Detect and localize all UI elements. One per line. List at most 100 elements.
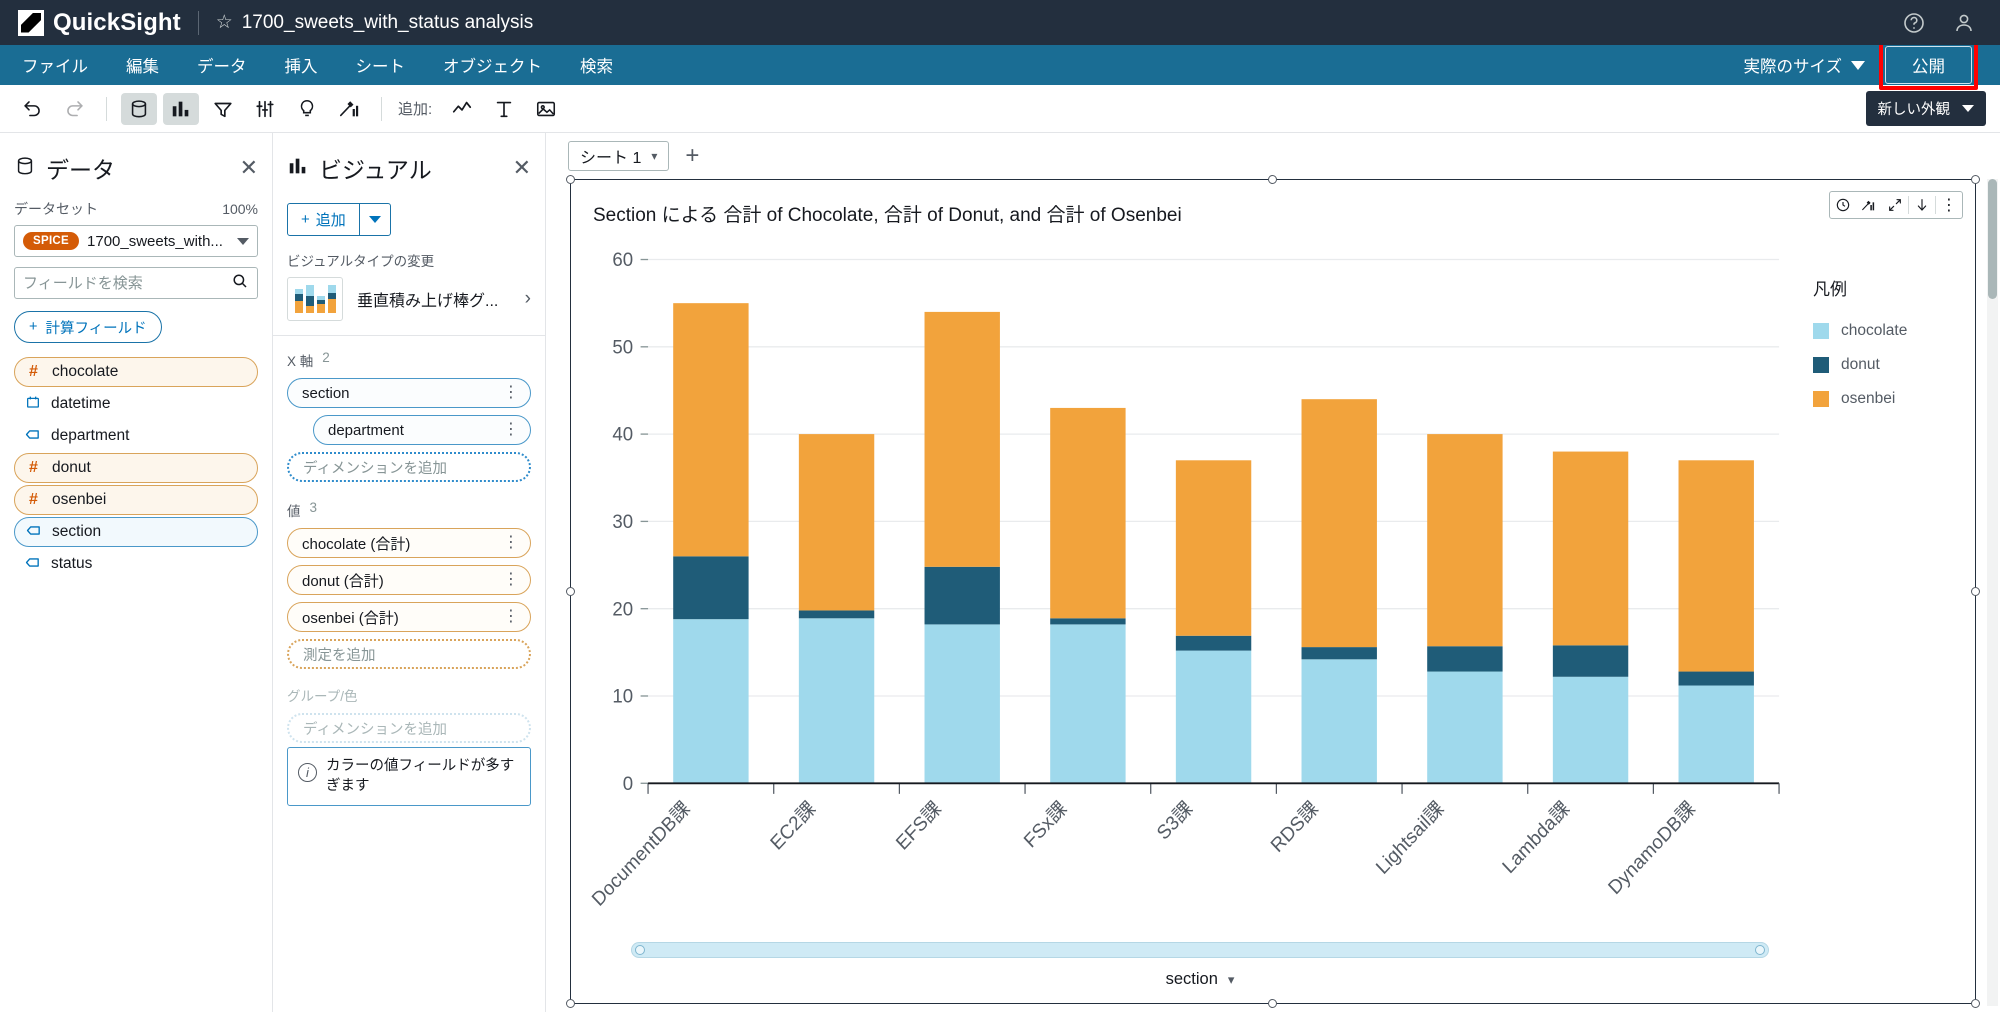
- text-icon[interactable]: [486, 93, 522, 125]
- field-item-section[interactable]: section: [14, 517, 258, 547]
- menu-item-search[interactable]: 検索: [580, 53, 613, 77]
- x-axis-field-footer[interactable]: section ▾: [571, 958, 1975, 1003]
- add-sheet-button[interactable]: +: [685, 144, 699, 168]
- redo-button[interactable]: [56, 93, 92, 125]
- resize-handle-top-right[interactable]: [1971, 175, 1980, 184]
- kebab-menu-icon[interactable]: ⋮: [500, 385, 522, 401]
- bar-segment-chocolate[interactable]: [1301, 659, 1377, 784]
- group-color-add-dimension-dropzone[interactable]: ディメンションを追加: [287, 713, 531, 743]
- bar-segment-chocolate[interactable]: [924, 624, 1000, 784]
- value-add-measure-dropzone[interactable]: 測定を追加: [287, 639, 531, 669]
- add-visual-dropdown[interactable]: [358, 204, 390, 235]
- x-axis-add-dimension-dropzone[interactable]: ディメンションを追加: [287, 452, 531, 482]
- bar-segment-donut[interactable]: [1050, 618, 1126, 625]
- bar-segment-chocolate[interactable]: [673, 619, 749, 784]
- close-icon[interactable]: ✕: [513, 157, 531, 179]
- menu-item-edit[interactable]: 編集: [126, 53, 159, 77]
- magic-chart-icon[interactable]: [1856, 192, 1882, 218]
- legend-item-donut[interactable]: donut: [1813, 356, 1975, 374]
- bar-segment-chocolate[interactable]: [798, 618, 875, 784]
- field-item-osenbei[interactable]: # osenbei: [14, 485, 258, 515]
- help-circle-icon[interactable]: [1902, 11, 1926, 35]
- visual-type-selector[interactable]: 垂直積み上げ棒グ... ›: [287, 277, 531, 321]
- bar-segment-donut[interactable]: [1552, 645, 1629, 677]
- magic-wand-chart-icon[interactable]: [331, 93, 367, 125]
- clock-insight-icon[interactable]: [1830, 192, 1856, 218]
- resize-handle-top-left[interactable]: [566, 175, 575, 184]
- search-icon[interactable]: [231, 272, 249, 295]
- bar-segment-osenbei[interactable]: [1175, 460, 1252, 636]
- field-item-department[interactable]: department: [14, 421, 258, 451]
- bar-segment-chocolate[interactable]: [1175, 650, 1252, 784]
- field-item-chocolate[interactable]: # chocolate: [14, 357, 258, 387]
- legend-item-osenbei[interactable]: osenbei: [1813, 390, 1975, 408]
- add-visual-label-wrap[interactable]: + 追加: [288, 204, 359, 235]
- resize-handle-bottom[interactable]: [1268, 999, 1277, 1008]
- bar-segment-donut[interactable]: [798, 610, 875, 619]
- database-icon[interactable]: [121, 92, 157, 125]
- search-input[interactable]: [23, 274, 231, 292]
- image-icon[interactable]: [528, 93, 564, 125]
- legend-item-chocolate[interactable]: chocolate: [1813, 322, 1975, 340]
- bar-segment-chocolate[interactable]: [1552, 676, 1629, 784]
- well-field-section[interactable]: section ⋮: [287, 378, 531, 408]
- bar-segment-osenbei[interactable]: [673, 303, 749, 557]
- dataset-selector[interactable]: SPICE 1700_sweets_with...: [14, 225, 258, 257]
- kebab-menu-icon[interactable]: ⋮: [1936, 192, 1962, 218]
- visual-container[interactable]: Section による 合計 of Chocolate, 合計 of Donut…: [566, 175, 1980, 1008]
- chevron-down-icon[interactable]: ▾: [651, 149, 657, 163]
- menu-item-file[interactable]: ファイル: [22, 53, 88, 77]
- bar-segment-osenbei[interactable]: [1301, 399, 1377, 648]
- bar-segment-osenbei[interactable]: [798, 434, 875, 611]
- resize-handle-right[interactable]: [1971, 586, 1980, 596]
- menu-item-insert[interactable]: 挿入: [285, 53, 318, 77]
- download-arrow-icon[interactable]: [1909, 192, 1935, 218]
- user-account-icon[interactable]: [1952, 11, 1976, 35]
- bar-segment-osenbei[interactable]: [1427, 434, 1503, 647]
- publish-button[interactable]: 公開: [1885, 46, 1972, 84]
- add-calculated-field-button[interactable]: + 計算フィールド: [14, 311, 162, 343]
- resize-handle-top[interactable]: [1268, 175, 1277, 184]
- expand-arrows-icon[interactable]: [1882, 192, 1908, 218]
- lightbulb-icon[interactable]: [289, 93, 325, 125]
- bar-chart-icon[interactable]: [163, 92, 199, 125]
- bar-segment-osenbei[interactable]: [924, 311, 1000, 567]
- kebab-menu-icon[interactable]: ⋮: [500, 535, 522, 551]
- chevron-right-icon[interactable]: ›: [525, 288, 531, 310]
- stacked-bar-chart[interactable]: 0 10 20 30 40 50 60 DocumentDB課 EC2課 EFS課 FSx課 S3課…: [571, 241, 1789, 942]
- bar-segment-donut[interactable]: [1427, 646, 1503, 672]
- chevron-down-icon[interactable]: ▾: [1228, 972, 1235, 988]
- menu-item-sheet[interactable]: シート: [356, 53, 406, 77]
- menu-item-object[interactable]: オブジェクト: [443, 53, 542, 77]
- bar-segment-osenbei[interactable]: [1050, 407, 1126, 619]
- resize-handle-bottom-left[interactable]: [566, 999, 575, 1008]
- scrollbar-handle-right[interactable]: [1755, 945, 1765, 955]
- undo-button[interactable]: [14, 93, 50, 125]
- field-item-datetime[interactable]: datetime: [14, 389, 258, 419]
- field-item-status[interactable]: status: [14, 549, 258, 579]
- well-field-chocolate-sum[interactable]: chocolate (合計) ⋮: [287, 528, 531, 558]
- line-chart-icon[interactable]: [444, 93, 480, 125]
- plot-region[interactable]: 0 10 20 30 40 50 60 DocumentDB課 EC2課 EFS課 FSx課 S3課…: [571, 227, 1789, 942]
- close-icon[interactable]: ✕: [240, 157, 258, 179]
- resize-handle-bottom-right[interactable]: [1971, 999, 1980, 1008]
- kebab-menu-icon[interactable]: ⋮: [500, 422, 522, 438]
- bar-segment-osenbei[interactable]: [1552, 451, 1629, 646]
- bar-segment-chocolate[interactable]: [1427, 671, 1503, 784]
- bar-segment-donut[interactable]: [1175, 635, 1252, 651]
- favorite-star-icon[interactable]: ☆: [216, 13, 233, 32]
- scrollbar-thumb[interactable]: [1988, 179, 1997, 299]
- filter-funnel-icon[interactable]: [205, 93, 241, 125]
- menu-item-data[interactable]: データ: [197, 53, 247, 77]
- bar-segment-donut[interactable]: [673, 556, 749, 620]
- bar-segment-donut[interactable]: [924, 566, 1000, 625]
- sheet-tab-1[interactable]: シート 1 ▾: [568, 141, 670, 171]
- horizontal-scrollbar[interactable]: [631, 942, 1769, 958]
- bar-segment-chocolate[interactable]: [1678, 685, 1754, 784]
- sliders-icon[interactable]: [247, 93, 283, 125]
- bar-segment-donut[interactable]: [1678, 671, 1754, 686]
- canvas-size-selector[interactable]: 実際のサイズ: [1743, 53, 1865, 77]
- bar-segment-chocolate[interactable]: [1050, 624, 1126, 784]
- kebab-menu-icon[interactable]: ⋮: [500, 572, 522, 588]
- kebab-menu-icon[interactable]: ⋮: [500, 609, 522, 625]
